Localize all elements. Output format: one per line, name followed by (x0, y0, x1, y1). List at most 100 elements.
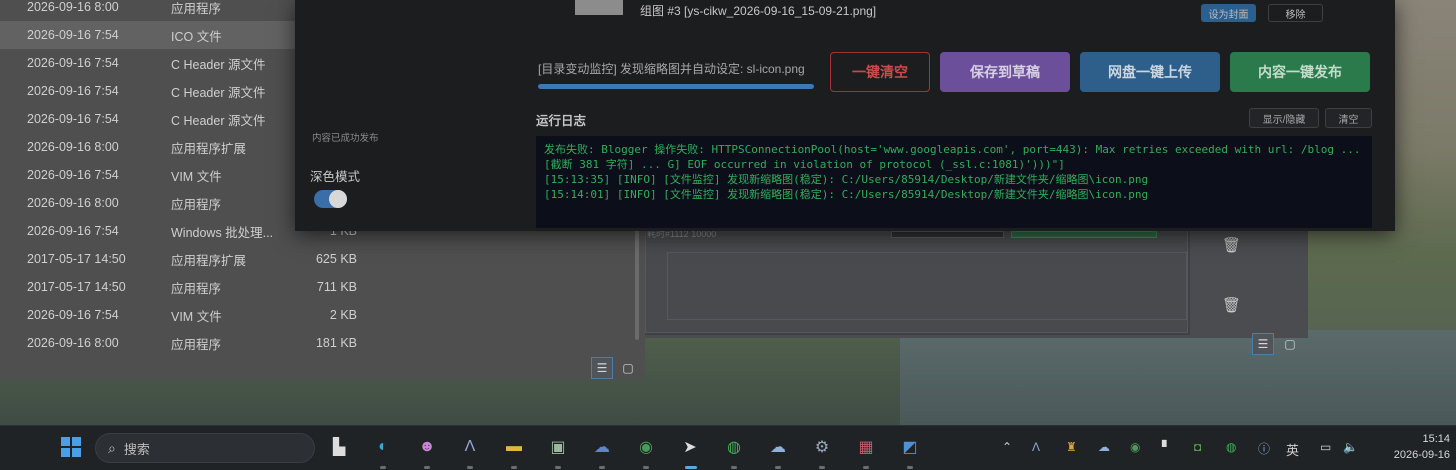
publisher-app-window: 内容已成功发布 深色模式 组图 #3 [ys-cikw_2026-09-16_1… (295, 0, 1395, 231)
log-toggle-button[interactable]: 显示/隐藏 (1249, 108, 1319, 128)
trash-icon[interactable]: 🗑 (1222, 236, 1241, 254)
file-date-cell: 2026-09-16 8:00 (27, 0, 119, 14)
progress-fill (538, 84, 814, 89)
winrar-icon[interactable]: ▦ (853, 434, 879, 460)
running-indicator (819, 466, 825, 469)
file-type-cell: 应用程序 (171, 1, 222, 16)
tray-wechat-icon[interactable]: ◍ (1226, 440, 1236, 454)
running-indicator (555, 466, 561, 469)
wallpaper-lake (900, 330, 1456, 425)
image-queue-item: 组图 #3 [ys-cikw_2026-09-16_15-09-21.png] … (575, 0, 1365, 22)
cloud-app-icon[interactable]: ☁ (589, 434, 615, 460)
log-output: 发布失败: Blogger 操作失败: HTTPSConnectionPool(… (536, 136, 1372, 228)
log-clear-button[interactable]: 清空 (1325, 108, 1372, 128)
log-line: 发布失败: Blogger 操作失败: HTTPSConnectionPool(… (544, 143, 1368, 171)
tray-info-icon[interactable]: ⓘ (1258, 440, 1270, 457)
background-window-front: 耗时#1112 10000 (645, 225, 1190, 335)
cloud-upload-button[interactable]: 网盘一键上传 (1080, 52, 1220, 92)
running-indicator (511, 466, 517, 469)
search-placeholder: 搜索 (123, 441, 150, 457)
file-date-cell: 2026-09-16 7:54 (27, 84, 119, 98)
photos-icon[interactable]: ▣ (545, 434, 571, 460)
sidebar-status-text: 内容已成功发布 (312, 133, 379, 144)
progress-bar (538, 84, 814, 89)
task-view-icon[interactable]: ▙ (326, 434, 352, 460)
tiles-view-button[interactable]: ▢ (1279, 333, 1301, 355)
running-indicator (775, 466, 781, 469)
file-type-cell: Windows 批处理... (171, 225, 274, 240)
file-size-cell: 711 KB (316, 280, 357, 294)
taskbar: ⌕ 搜索 ▙ ◐ ☻ Λ ▬ ▣ ☁ ◉ ➤ ◍ ☁ ⚙ ▦ ◩ ⌃ Λ ♜ ☁… (0, 425, 1456, 470)
file-row[interactable]: 2017-05-17 14:50 应用程序扩展 625 KB (0, 245, 640, 273)
system-clock[interactable]: 15:14 2026-09-16 (1370, 431, 1450, 463)
file-type-cell: VIM 文件 (171, 309, 222, 324)
file-row[interactable]: 2026-09-16 8:00 应用程序 181 KB (0, 329, 640, 357)
tray-app-icon[interactable]: Λ (1032, 440, 1040, 454)
running-indicator (467, 466, 473, 469)
search-icon: ⌕ (108, 439, 116, 456)
save-draft-button[interactable]: 保存到草稿 (940, 52, 1070, 92)
file-type-cell: 应用程序 (171, 197, 222, 212)
settings-icon[interactable]: ⚙ (809, 434, 835, 460)
taskbar-search-input[interactable]: ⌕ 搜索 (95, 433, 315, 463)
volume-icon[interactable]: 🔈 (1343, 440, 1358, 454)
tray-app2-icon[interactable]: ▘ (1162, 440, 1171, 454)
file-row[interactable]: 2017-05-17 14:50 应用程序 711 KB (0, 273, 640, 301)
publish-button[interactable]: 内容一键发布 (1230, 52, 1370, 92)
details-view-button[interactable]: ☰ (591, 357, 613, 379)
tray-browser-icon[interactable]: ◉ (1130, 440, 1140, 454)
file-type-cell: 应用程序扩展 (171, 253, 247, 268)
background-card-inner (667, 252, 1187, 320)
running-indicator (424, 466, 430, 469)
tray-shield-icon[interactable]: ♜ (1066, 440, 1077, 454)
clear-all-button[interactable]: 一键清空 (830, 52, 930, 92)
tray-cloud-icon[interactable]: ☁ (1098, 440, 1110, 454)
tiles-view-button[interactable]: ▢ (617, 357, 639, 379)
file-date-cell: 2026-09-16 7:54 (27, 28, 119, 42)
file-date-cell: 2017-05-17 14:50 (27, 252, 126, 266)
file-date-cell: 2026-09-16 7:54 (27, 308, 119, 322)
set-cover-button[interactable]: 设为封面 (1201, 4, 1256, 22)
file-date-cell: 2026-09-16 7:54 (27, 224, 119, 238)
chevron-up-icon[interactable]: ⌃ (1002, 440, 1012, 454)
file-date-cell: 2026-09-16 7:54 (27, 168, 119, 182)
file-date-cell: 2017-05-17 14:50 (27, 280, 126, 294)
details-view-button[interactable]: ☰ (1252, 333, 1274, 355)
dark-mode-toggle[interactable] (314, 190, 347, 208)
windows-start-icon[interactable] (58, 434, 84, 460)
photo-editor-icon[interactable]: ◩ (897, 434, 923, 460)
text-app-icon[interactable]: Λ (457, 434, 483, 460)
paper-plane-icon[interactable]: ➤ (677, 434, 703, 460)
file-type-cell: C Header 源文件 (171, 57, 266, 72)
browser-app-icon[interactable]: ◉ (633, 434, 659, 460)
input-language-indicator[interactable]: 英 (1286, 440, 1299, 459)
file-date-cell: 2026-09-16 8:00 (27, 336, 119, 350)
edge-icon[interactable]: ◐ (370, 434, 396, 460)
file-date-cell: 2026-09-16 8:00 (27, 140, 119, 154)
network-icon[interactable]: ▭ (1320, 440, 1331, 454)
cloud-sync-icon[interactable]: ☁ (765, 434, 791, 460)
trash-icon[interactable]: 🗑 (1222, 296, 1241, 314)
file-explorer-icon[interactable]: ▬ (501, 434, 527, 460)
dark-mode-label: 深色模式 (310, 170, 361, 184)
background-button-green[interactable] (1011, 231, 1157, 238)
log-title: 运行日志 (536, 114, 587, 128)
toggle-knob (329, 190, 347, 208)
running-indicator (380, 466, 386, 469)
tray-green-icon[interactable]: ◘ (1194, 440, 1201, 454)
details-view-icon: ☰ (596, 361, 608, 375)
file-type-cell: C Header 源文件 (171, 85, 266, 100)
active-indicator (685, 466, 697, 469)
thumbnail-image (575, 0, 623, 15)
file-size-cell: 2 KB (329, 308, 357, 322)
file-row[interactable]: 2026-09-16 7:54 VIM 文件 2 KB (0, 301, 640, 329)
background-button[interactable] (891, 231, 1004, 238)
file-type-cell: 应用程序扩展 (171, 141, 247, 156)
clock-time: 15:14 (1422, 433, 1450, 445)
file-type-cell: C Header 源文件 (171, 113, 266, 128)
wechat-icon[interactable]: ◍ (721, 434, 747, 460)
file-date-cell: 2026-09-16 8:00 (27, 196, 119, 210)
remove-button[interactable]: 移除 (1268, 4, 1323, 22)
file-size-cell: 625 KB (315, 252, 357, 266)
cat-app-icon[interactable]: ☻ (414, 434, 440, 460)
